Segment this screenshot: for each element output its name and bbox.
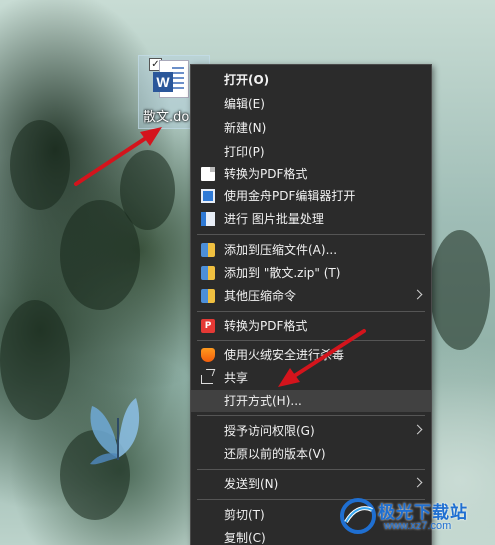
chevron-right-icon xyxy=(412,424,423,435)
share-icon xyxy=(201,375,213,384)
menu-item-add-to-zip[interactable]: 添加到 "散文.zip" (T) xyxy=(191,262,431,284)
menu-item-label: 打开方式(H)... xyxy=(224,394,302,408)
menu-separator xyxy=(197,311,425,312)
menu-item-open[interactable]: 打开(O) xyxy=(191,69,431,91)
menu-item-label: 添加到压缩文件(A)... xyxy=(224,243,338,257)
menu-item-label: 复制(C) xyxy=(224,531,266,545)
menu-item-label: 添加到 "散文.zip" (T) xyxy=(224,266,341,280)
chevron-right-icon xyxy=(412,289,423,300)
foliage xyxy=(120,150,175,230)
menu-item-print[interactable]: 打印(P) xyxy=(191,141,431,163)
menu-item-restore-versions[interactable]: 还原以前的版本(V) xyxy=(191,443,431,465)
menu-item-label: 共享 xyxy=(224,371,249,385)
menu-item-label: 进行 图片批量处理 xyxy=(224,212,324,226)
menu-item-other-compress[interactable]: 其他压缩命令 xyxy=(191,285,431,307)
pdf-page-icon xyxy=(201,167,215,181)
menu-item-label: 编辑(E) xyxy=(224,97,265,111)
menu-item-share[interactable]: 共享 xyxy=(191,367,431,389)
shield-icon xyxy=(201,348,215,362)
menu-item-label: 使用火绒安全进行杀毒 xyxy=(224,348,345,362)
menu-item-edit[interactable]: 编辑(E) xyxy=(191,93,431,115)
menu-item-image-batch[interactable]: 进行 图片批量处理 xyxy=(191,208,431,230)
menu-item-open-with[interactable]: 打开方式(H)... xyxy=(191,390,431,412)
menu-item-label: 发送到(N) xyxy=(224,477,279,491)
menu-item-label: 授予访问权限(G) xyxy=(224,424,315,438)
menu-item-label: 其他压缩命令 xyxy=(224,289,297,303)
menu-item-label: 新建(N) xyxy=(224,121,267,135)
menu-item-label: 打印(P) xyxy=(224,145,265,159)
menu-separator xyxy=(197,415,425,416)
word-app-icon: W xyxy=(153,72,173,92)
menu-item-label: 还原以前的版本(V) xyxy=(224,447,326,461)
menu-item-label: 转换为PDF格式 xyxy=(224,167,308,181)
pdf-editor-icon xyxy=(201,189,215,203)
archive-icon xyxy=(201,266,215,280)
menu-item-send-to[interactable]: 发送到(N) xyxy=(191,473,431,495)
foliage xyxy=(430,230,490,350)
archive-icon xyxy=(201,289,215,303)
menu-item-antivirus-scan[interactable]: 使用火绒安全进行杀毒 xyxy=(191,344,431,366)
context-menu: 打开(O) 编辑(E) 新建(N) 打印(P) 转换为PDF格式 使用金舟PDF… xyxy=(190,64,432,545)
watermark: 极光下载站 www.xz7.com xyxy=(340,496,490,540)
menu-item-label: 打开(O) xyxy=(224,73,270,87)
menu-item-label: 使用金舟PDF编辑器打开 xyxy=(224,189,356,203)
archive-icon xyxy=(201,243,215,257)
menu-separator xyxy=(197,234,425,235)
watermark-logo-icon xyxy=(340,498,376,534)
menu-item-open-with-pdf-editor[interactable]: 使用金舟PDF编辑器打开 xyxy=(191,185,431,207)
chevron-right-icon xyxy=(412,477,423,488)
butterfly-image xyxy=(90,398,140,465)
menu-item-new[interactable]: 新建(N) xyxy=(191,117,431,139)
menu-item-grant-access[interactable]: 授予访问权限(G) xyxy=(191,420,431,442)
pdf-convert-icon: P xyxy=(201,319,215,333)
image-batch-icon xyxy=(201,212,215,226)
foliage xyxy=(10,120,70,210)
foliage xyxy=(0,300,70,420)
menu-separator xyxy=(197,340,425,341)
menu-item-convert-pdf[interactable]: 转换为PDF格式 xyxy=(191,163,431,185)
menu-item-add-to-archive[interactable]: 添加到压缩文件(A)... xyxy=(191,239,431,261)
menu-item-label: 转换为PDF格式 xyxy=(224,319,308,333)
menu-item-label: 剪切(T) xyxy=(224,508,265,522)
watermark-url: www.xz7.com xyxy=(384,520,452,532)
menu-item-convert-pdf-2[interactable]: P 转换为PDF格式 xyxy=(191,315,431,337)
menu-separator xyxy=(197,469,425,470)
